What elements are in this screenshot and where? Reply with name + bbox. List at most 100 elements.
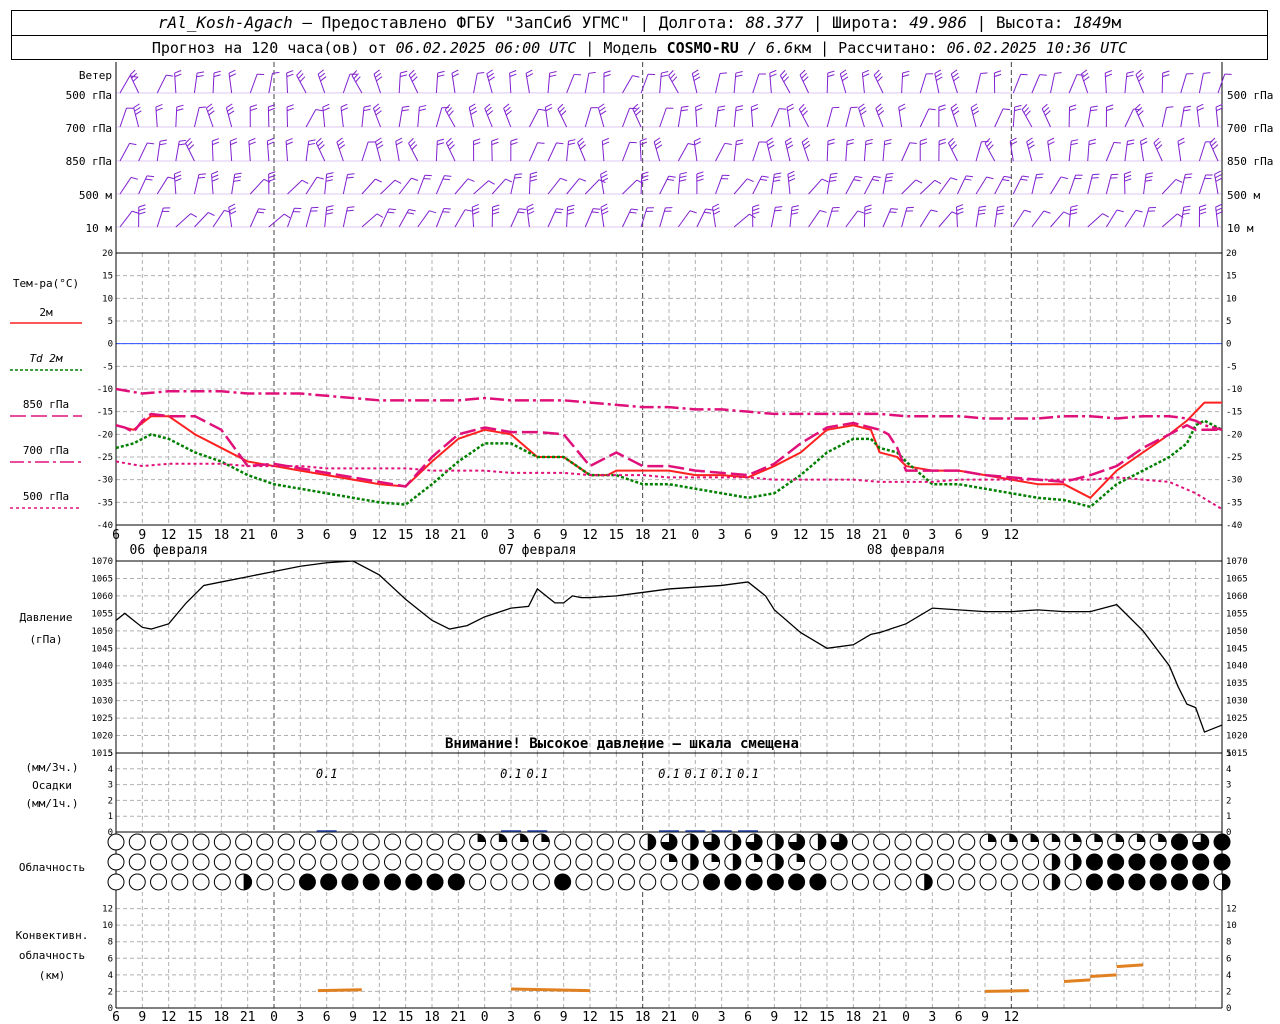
- wind-barb: [677, 143, 689, 162]
- wind-barb: [597, 107, 605, 128]
- wind-barb: [138, 142, 148, 162]
- y-tick-label-right: -25: [1226, 453, 1242, 463]
- wind-barb: [268, 213, 285, 228]
- wind-barb-flag: [693, 137, 701, 142]
- wind-barb-flag: [1070, 205, 1078, 208]
- wind-barb-flag: [147, 142, 155, 145]
- wind-barb-flag: [1137, 110, 1144, 116]
- wind-barb-flag: [769, 69, 777, 74]
- y-tick-label: -35: [97, 498, 113, 508]
- wind-barb-flag: [1156, 144, 1163, 150]
- cloud-cover-symbol: [1085, 853, 1103, 871]
- wind-barb: [1161, 72, 1164, 94]
- cloud-cover-symbol: [851, 833, 869, 851]
- wind-barb: [491, 178, 506, 195]
- cloud-cover-symbol: [1000, 873, 1018, 891]
- wind-title: Ветер: [79, 69, 112, 82]
- wind-barb-flag: [484, 103, 491, 109]
- wind-barb-flag: [1024, 209, 1032, 213]
- wind-barb-flag: [234, 172, 242, 175]
- wind-barb-flag: [549, 70, 557, 74]
- wind-barb: [994, 176, 1005, 195]
- wind-barb-flag: [503, 103, 510, 109]
- wind-barb: [435, 140, 438, 162]
- wind-barb-flag: [660, 74, 668, 78]
- wind-barb: [715, 107, 719, 128]
- x-tick-label-bottom: 6: [112, 1010, 120, 1024]
- wind-barb-flag: [1182, 212, 1190, 215]
- wind-barb: [156, 207, 164, 228]
- cloud-cover-symbol: [745, 873, 763, 891]
- wind-barb-flag: [1134, 103, 1141, 110]
- wind-barb-flag: [394, 179, 402, 184]
- wind-barb-flag: [155, 103, 163, 108]
- wind-barb-flag: [1127, 139, 1135, 142]
- cloud-cover-half: [732, 834, 741, 850]
- precip-value-label: 0.1: [684, 767, 706, 781]
- wind-barb-flag: [436, 142, 445, 146]
- x-tick-label-bottom: 12: [161, 1010, 177, 1024]
- wind-barb-flag: [470, 110, 478, 115]
- wind-barb-flag: [599, 106, 606, 112]
- cloud-cover-symbol: [150, 873, 168, 891]
- precip-value-label: 0.1: [737, 767, 759, 781]
- wind-barb-flag: [717, 109, 725, 112]
- wind-barb-flag: [768, 144, 775, 149]
- wind-barb: [1124, 209, 1137, 228]
- wind-barb-flag: [689, 210, 697, 214]
- conv-cloud-segment: [1063, 978, 1091, 983]
- cloud-cover-symbol: [788, 873, 806, 891]
- wind-barb-flag: [567, 204, 575, 208]
- date-label: 08 февраля: [867, 543, 945, 558]
- wind-barb-flag: [829, 176, 837, 179]
- wind-barb: [845, 176, 856, 195]
- conv-unit: (км): [39, 969, 66, 982]
- wind-barb-flag: [875, 103, 882, 109]
- y-tick-label-right: 2: [1226, 987, 1231, 997]
- wind-barb-flag: [956, 207, 964, 212]
- wind-barb-flag: [326, 172, 334, 175]
- temp-legend-label: 700 гПа: [23, 444, 69, 457]
- cloud-cover-symbol: [128, 873, 146, 891]
- wind-barb-flag: [785, 140, 793, 146]
- y-tick-label: 1060: [91, 592, 113, 602]
- wind-barb-flag: [668, 70, 674, 76]
- wind-barb-flag: [950, 177, 958, 181]
- cloud-cover-symbol: [1128, 853, 1146, 871]
- wind-barb-flag: [873, 69, 880, 76]
- wind-barb-flag: [491, 141, 499, 146]
- x-tick-label-bottom: 15: [609, 1010, 625, 1024]
- cloud-cover-quarter: [498, 834, 507, 842]
- wind-barb-flag: [936, 76, 943, 81]
- wind-barb-flag: [230, 141, 238, 146]
- wind-barb-flag: [938, 104, 946, 108]
- wind-barb-flag: [865, 142, 873, 146]
- wind-barb-flag: [593, 208, 601, 210]
- wind-barb-flag: [598, 103, 605, 109]
- wind-barb: [882, 174, 887, 195]
- wind-barb-flag: [695, 103, 703, 108]
- wind-barb: [826, 107, 833, 128]
- wind-barb-flag: [1070, 142, 1078, 146]
- wind-barb-flag: [767, 140, 774, 146]
- wind-barb-flag: [135, 110, 142, 116]
- wind-barb-flag: [928, 108, 936, 111]
- x-tick-label-bottom: 21: [240, 1010, 256, 1024]
- wind-barb-flag: [864, 208, 872, 212]
- wind-barb: [156, 176, 169, 195]
- x-tick-label-bottom: 18: [846, 1010, 862, 1024]
- wind-barb: [622, 179, 638, 195]
- wind-barb-flag: [938, 138, 946, 142]
- y-tick-label-right: 1020: [1226, 732, 1248, 742]
- wind-barb-flag: [953, 110, 960, 116]
- wind-barb: [566, 178, 580, 195]
- wind-barb-flag: [841, 76, 849, 82]
- cloud-cover-quarter: [541, 834, 550, 842]
- x-tick-label: 18: [846, 528, 862, 543]
- cloud-cover-quarter: [1051, 834, 1060, 842]
- wind-barb-flag: [884, 138, 892, 142]
- wind-barb: [547, 73, 551, 94]
- wind-barb: [622, 208, 632, 228]
- y-tick-label: 8: [108, 938, 113, 948]
- wind-barb: [715, 175, 723, 195]
